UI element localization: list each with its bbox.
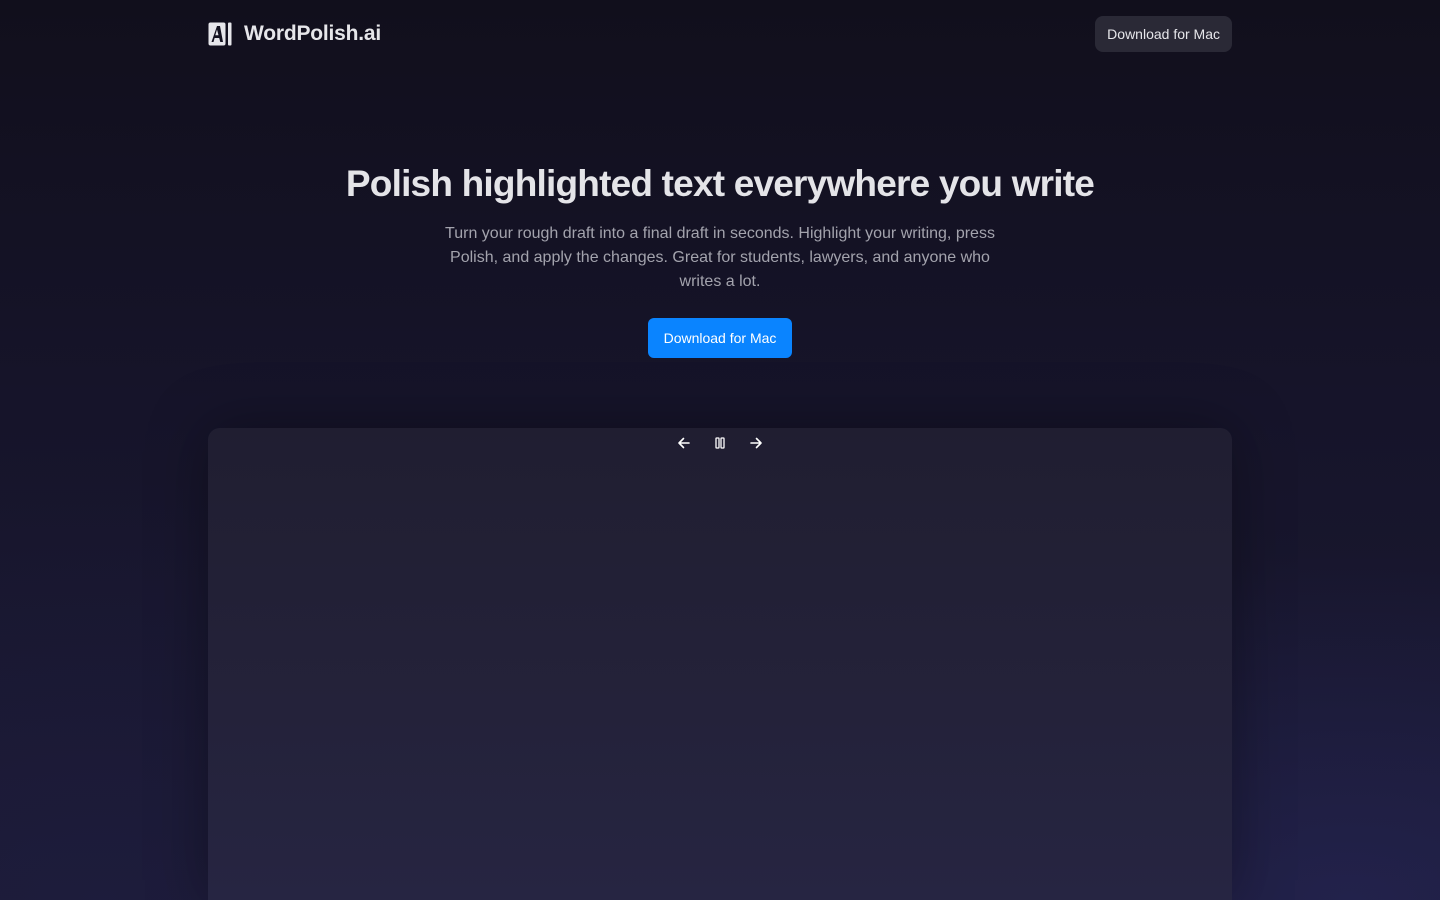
pause-button[interactable]	[708, 432, 732, 454]
brand-name: WordPolish.ai	[244, 22, 382, 45]
hero-subtitle: Turn your rough draft into a final draft…	[445, 225, 995, 290]
arrow-left-icon	[678, 437, 690, 449]
site-header: WordPolish.ai Download for Mac	[208, 16, 1232, 52]
previous-button[interactable]	[672, 432, 696, 454]
logo-icon	[208, 22, 232, 46]
demo-player	[208, 428, 1232, 900]
hero-section: Polish highlighted text everywhere you w…	[0, 160, 1440, 358]
arrow-right-icon	[750, 437, 762, 449]
download-mac-hero-button[interactable]: Download for Mac	[647, 318, 793, 358]
demo-controls	[208, 432, 1232, 454]
next-button[interactable]	[744, 432, 768, 454]
brand-link[interactable]: WordPolish.ai	[208, 22, 381, 46]
hero-title: Polish highlighted text everywhere you w…	[345, 163, 1095, 204]
download-mac-header-button[interactable]: Download for Mac	[1095, 16, 1232, 52]
pause-icon	[715, 437, 725, 449]
